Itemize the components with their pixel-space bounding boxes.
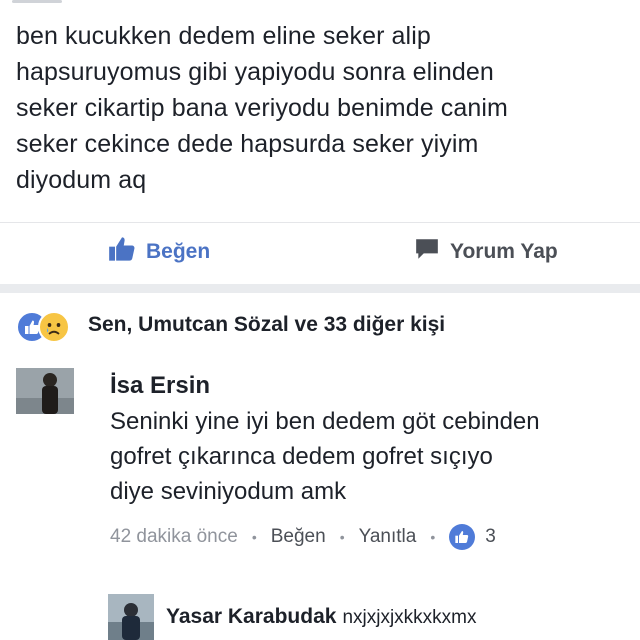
like-button[interactable]: Beğen	[108, 237, 210, 267]
comment: Yasar Karabudak nxjxjxjxkkxkxmx	[166, 600, 477, 635]
separator-dot: •	[251, 529, 257, 545]
separator-dot: •	[339, 529, 345, 545]
comment-author[interactable]: İsa Ersin	[110, 368, 630, 404]
comment-like-link[interactable]: Beğen	[271, 526, 326, 548]
thumbs-up-icon[interactable]	[449, 524, 476, 550]
previous-post-edge	[0, 0, 640, 6]
post-text: ben kucukken dedem eline seker alip haps…	[16, 18, 616, 198]
post-line: seker cikartip bana veriyodu benimde can…	[16, 94, 508, 122]
comment: İsa Ersin Seninki yine iyi ben dedem göt…	[110, 368, 630, 509]
post-line: hapsuruyomus gibi yapiyodu sonra elinden	[16, 58, 494, 86]
comment-button-label: Yorum Yap	[450, 240, 558, 263]
reaction-icons	[16, 309, 74, 343]
comment-text: Seninki yine iyi ben dedem göt cebinden …	[110, 404, 630, 509]
comment-meta: 42 dakika önce • Beğen • Yanıtla • 3	[110, 520, 496, 554]
avatar[interactable]	[108, 594, 154, 640]
post-line: diyodum aq	[16, 166, 147, 194]
comment-bubble-icon	[414, 236, 440, 268]
like-button-label: Beğen	[146, 240, 211, 263]
comment-timestamp[interactable]: 42 dakika önce	[110, 526, 238, 548]
sad-reaction-icon	[38, 311, 70, 343]
comment-line: diye seviniyodum amk	[110, 478, 347, 505]
avatar[interactable]	[16, 368, 74, 414]
comment-button[interactable]: Yorum Yap	[414, 237, 558, 267]
previous-post-bar	[12, 0, 62, 3]
thumbs-up-icon	[108, 235, 136, 269]
reactions-summary[interactable]: Sen, Umutcan Sözal ve 33 diğer kişi	[16, 308, 446, 343]
comment-like-count: 3	[485, 526, 496, 547]
comment-author[interactable]: Yasar Karabudak	[166, 605, 336, 628]
comment-line: Seninki yine iyi ben dedem göt cebinden	[110, 408, 540, 435]
post-line: seker cekince dede hapsurda seker yiyim	[16, 130, 479, 158]
separator-dot: •	[430, 529, 436, 545]
comment-text: nxjxjxjxkkxkxmx	[342, 607, 477, 628]
comment-line: gofret çıkarınca dedem gofret sıçıyo	[110, 443, 493, 470]
comment-reply-link[interactable]: Yanıtla	[359, 526, 417, 548]
section-divider	[0, 284, 640, 293]
post-actions-bar: Beğen Yorum Yap	[0, 222, 640, 281]
post-line: ben kucukken dedem eline seker alip	[16, 22, 431, 50]
reactions-summary-text: Sen, Umutcan Sözal ve 33 diğer kişi	[88, 313, 446, 336]
